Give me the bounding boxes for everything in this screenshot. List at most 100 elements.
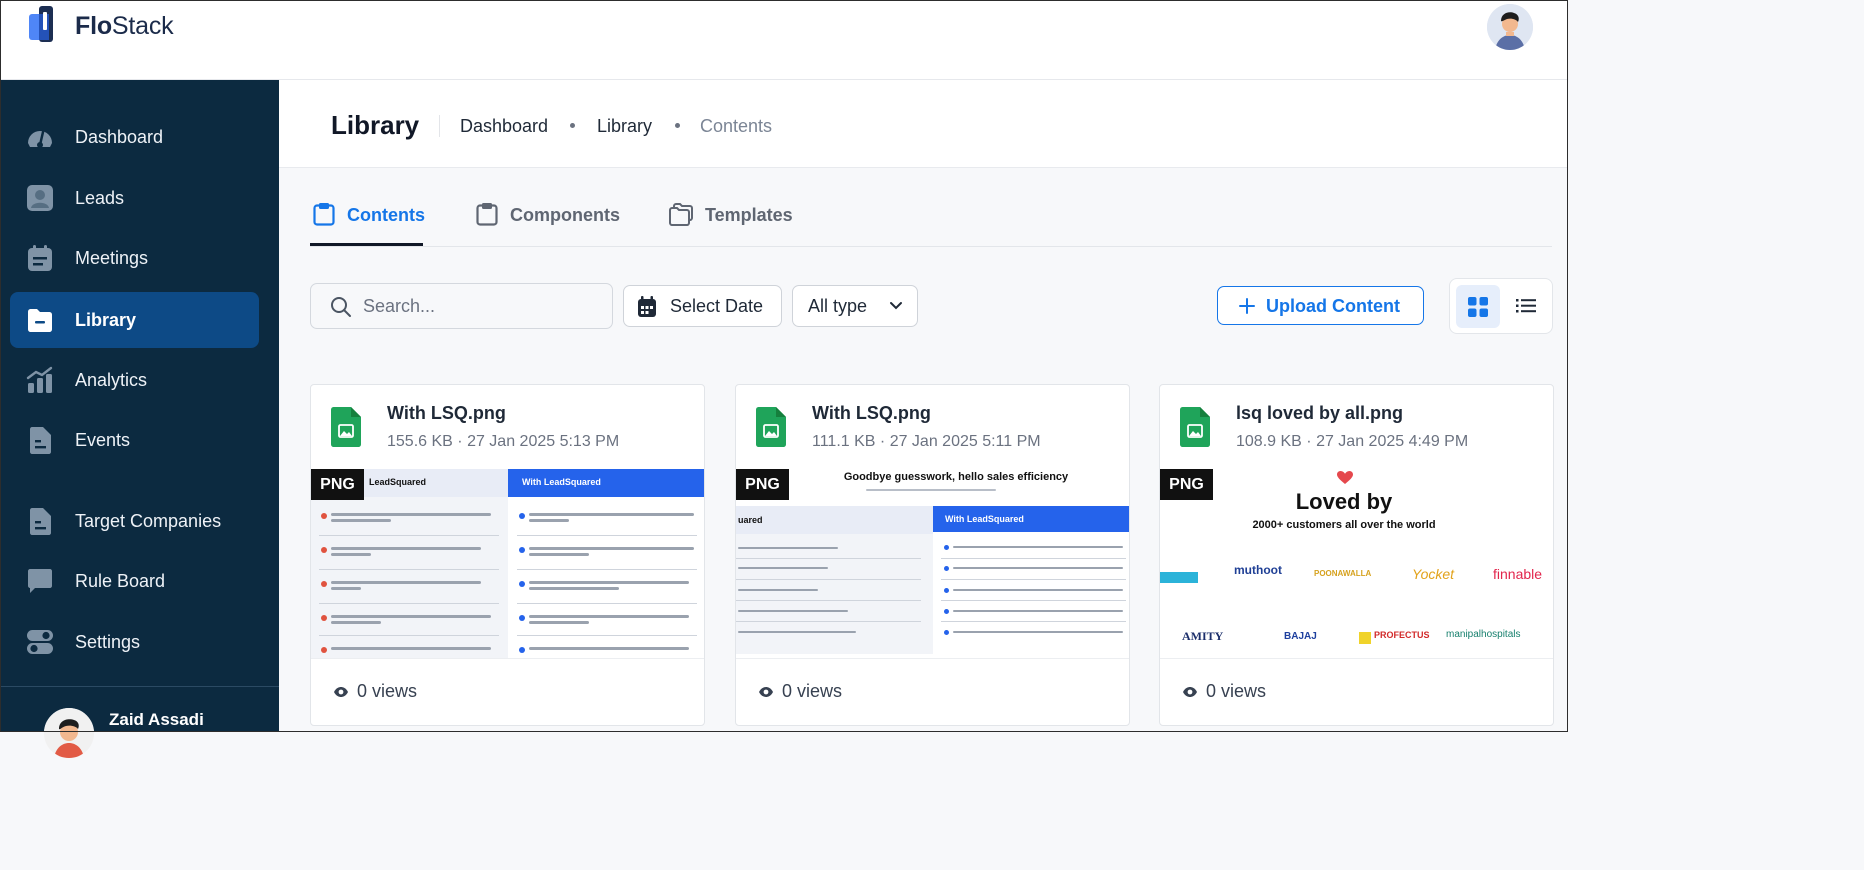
- preview-right-head: With LeadSquared: [508, 469, 704, 497]
- document-icon: [30, 427, 51, 454]
- content-card[interactable]: With LSQ.png 111.1 KB · 27 Jan 2025 5:11…: [735, 384, 1130, 726]
- page-title: Library: [331, 110, 420, 140]
- clipboard-icon: [313, 203, 335, 226]
- active-tab-indicator: [310, 243, 423, 246]
- preview-headline: Goodbye guesswork, hello sales efficienc…: [843, 471, 1069, 483]
- logo-muthoot: muthoot: [1234, 563, 1282, 577]
- gauge-icon: [28, 130, 52, 148]
- file-type-badge: PNG: [1160, 469, 1213, 500]
- upload-content-label: Upload Content: [1266, 296, 1400, 316]
- search-box[interactable]: [310, 283, 613, 329]
- heart-icon: [1337, 471, 1353, 484]
- content-card[interactable]: lsq loved by all.png 108.9 KB · 27 Jan 2…: [1159, 384, 1554, 726]
- meta-separator: ·: [1306, 433, 1317, 450]
- eye-icon: [334, 686, 348, 697]
- flostack-logo-icon: [29, 6, 53, 42]
- sidebar: Dashboard Leads Meetings Library Analyti…: [0, 80, 279, 758]
- sidebar-item-rule-board[interactable]: Rule Board: [10, 553, 259, 609]
- card-title: lsq loved by all.png: [1236, 403, 1404, 423]
- grid-view-button[interactable]: [1456, 285, 1500, 328]
- top-header: FloStack: [0, 0, 1568, 80]
- file-size: 111.1 KB: [812, 433, 876, 450]
- list-view-button[interactable]: [1506, 285, 1548, 328]
- logo-profectus: PROFECTUS: [1374, 630, 1430, 640]
- select-date-button[interactable]: Select Date: [623, 285, 782, 327]
- calendar-icon: [28, 245, 52, 271]
- folders-icon: [669, 203, 693, 226]
- breadcrumb-separator: [570, 123, 575, 128]
- tabs-divider: [310, 246, 1552, 247]
- card-title: With LSQ.png: [387, 403, 506, 423]
- page-header: Library Dashboard Library Contents: [279, 80, 1568, 168]
- clipboard-icon: [476, 203, 498, 226]
- view-count: 0 views: [333, 681, 417, 702]
- preview-subline: 2000+ customers all over the world: [1252, 519, 1436, 531]
- user-name: Zaid Assadi: [109, 710, 204, 729]
- meta-separator: ·: [879, 433, 890, 450]
- user-avatar[interactable]: [44, 708, 94, 758]
- tab-label: Contents: [347, 205, 425, 225]
- tab-contents[interactable]: Contents: [313, 202, 425, 246]
- breadcrumb-library[interactable]: Library: [597, 116, 652, 137]
- type-filter-dropdown[interactable]: All type: [792, 285, 918, 327]
- sidebar-item-library[interactable]: Library: [10, 292, 259, 348]
- folder-icon: [28, 309, 52, 332]
- view-mode-toggle: [1449, 278, 1553, 334]
- search-icon: [331, 297, 351, 317]
- logo-finnable: finnable: [1493, 566, 1543, 582]
- preview-left-heading: uared: [738, 515, 763, 525]
- user-card-icon: [27, 185, 53, 211]
- logo-bajaj: BAJAJ: [1284, 631, 1317, 642]
- upload-date: 27 Jan 2025 5:11 PM: [889, 433, 1041, 450]
- image-file-icon: [1180, 407, 1210, 447]
- sidebar-item-label: Settings: [75, 631, 141, 652]
- preview-right-heading: With LeadSquared: [945, 514, 1024, 524]
- preview-left-heading: LeadSquared: [369, 477, 427, 487]
- content-preview: PNG Goodbye guesswork, hello sales effic…: [736, 469, 1129, 659]
- tab-components[interactable]: Components: [476, 202, 620, 246]
- file-size: 108.9 KB: [1236, 433, 1302, 450]
- toggle-icon: [27, 630, 53, 654]
- file-size: 155.6 KB: [387, 433, 453, 450]
- profile-avatar[interactable]: [1487, 4, 1533, 50]
- sidebar-item-dashboard[interactable]: Dashboard: [10, 109, 259, 165]
- search-input[interactable]: [363, 292, 603, 320]
- card-meta: 155.6 KB · 27 Jan 2025 5:13 PM: [387, 433, 619, 451]
- breadcrumb-dashboard[interactable]: Dashboard: [460, 116, 548, 137]
- chart-icon: [26, 366, 53, 393]
- sidebar-item-events[interactable]: Events: [10, 412, 259, 468]
- preview-right-heading: With LeadSquared: [522, 477, 601, 487]
- content-preview: PNG LeadSquared With LeadSquared: [311, 469, 704, 659]
- app-name: FloStack: [75, 11, 174, 40]
- sidebar-item-meetings[interactable]: Meetings: [10, 230, 259, 286]
- view-count: 0 views: [1182, 681, 1266, 702]
- preview-headline: Loved by: [1295, 489, 1393, 514]
- breadcrumb-separator: [675, 123, 680, 128]
- sidebar-divider: [0, 686, 279, 687]
- sidebar-item-label: Meetings: [75, 247, 149, 268]
- upload-date: 27 Jan 2025 5:13 PM: [467, 433, 620, 450]
- card-title: With LSQ.png: [812, 403, 931, 423]
- views-label: 0 views: [1206, 681, 1267, 701]
- sidebar-item-label: Target Companies: [75, 510, 222, 531]
- logo-yocket: Yocket: [1412, 566, 1455, 582]
- sidebar-item-leads[interactable]: Leads: [10, 170, 259, 226]
- app-logo[interactable]: FloStack: [27, 6, 174, 46]
- content-card[interactable]: With LSQ.png 155.6 KB · 27 Jan 2025 5:13…: [310, 384, 705, 726]
- sidebar-item-label: Library: [75, 309, 137, 330]
- card-meta: 108.9 KB · 27 Jan 2025 4:49 PM: [1236, 433, 1468, 451]
- sidebar-item-settings[interactable]: Settings: [10, 614, 259, 670]
- sidebar-item-analytics[interactable]: Analytics: [10, 352, 259, 408]
- upload-date: 27 Jan 2025 4:49 PM: [1316, 433, 1469, 450]
- upload-content-button[interactable]: Upload Content: [1217, 286, 1424, 325]
- chevron-down-icon: [890, 302, 902, 310]
- sidebar-item-target-companies[interactable]: Target Companies: [10, 493, 259, 549]
- file-type-badge: PNG: [311, 469, 364, 500]
- grid-icon: [1468, 297, 1488, 317]
- logo-amity: AMITY: [1182, 629, 1224, 643]
- tab-templates[interactable]: Templates: [669, 202, 793, 246]
- file-type-badge: PNG: [736, 469, 789, 500]
- calendar-icon: [638, 296, 656, 317]
- sidebar-item-label: Dashboard: [75, 126, 164, 147]
- tab-label: Components: [510, 205, 620, 225]
